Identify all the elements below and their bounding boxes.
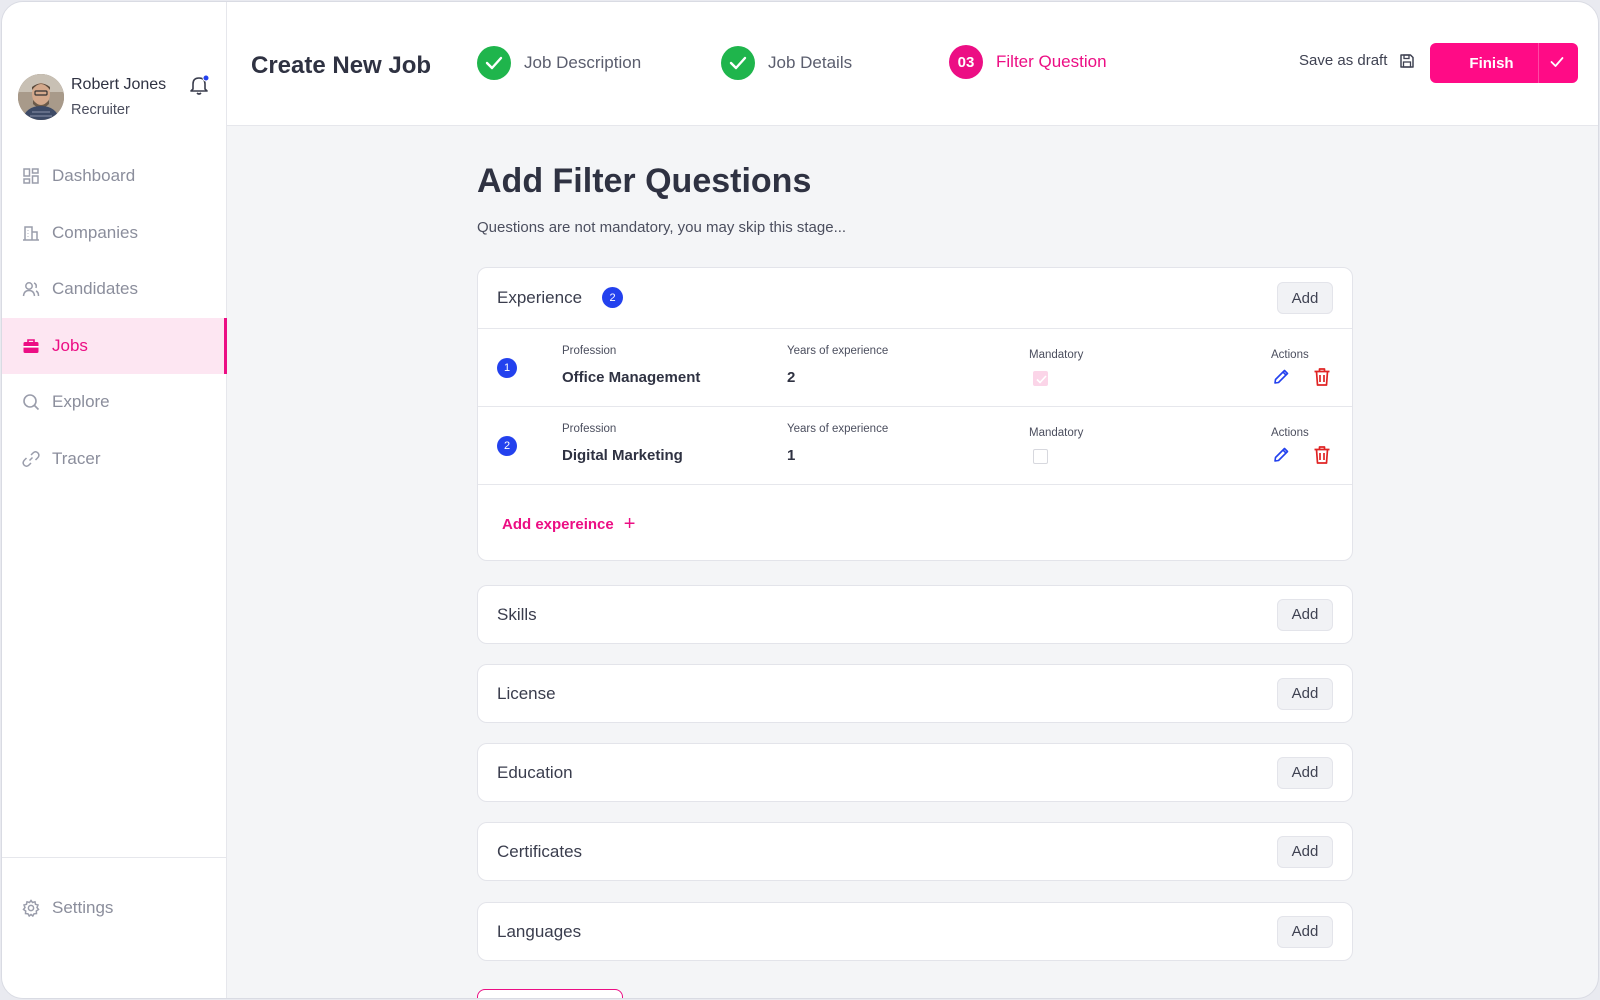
user-profile[interactable]: Robert Jones Recruiter bbox=[18, 74, 218, 124]
search-icon bbox=[22, 393, 40, 411]
users-icon bbox=[22, 280, 40, 298]
add-experience-label: Add expereince bbox=[502, 515, 614, 533]
sidebar-item-jobs[interactable]: Jobs bbox=[2, 317, 227, 374]
mandatory-label: Mandatory bbox=[1029, 427, 1084, 439]
trash-icon[interactable] bbox=[1313, 367, 1331, 387]
pencil-icon[interactable] bbox=[1272, 446, 1290, 464]
building-icon bbox=[22, 224, 40, 242]
avatar bbox=[18, 74, 64, 120]
profession-label: Profession bbox=[562, 345, 617, 357]
years-value: 2 bbox=[787, 369, 796, 386]
sidebar-item-label: Jobs bbox=[52, 335, 88, 355]
profession-value: Office Management bbox=[562, 369, 701, 386]
profession-value: Digital Marketing bbox=[562, 447, 683, 464]
add-experience-button[interactable]: Add bbox=[1277, 282, 1333, 314]
experience-row: 1 Profession Office Management Years of … bbox=[478, 328, 1352, 406]
check-icon bbox=[477, 46, 511, 80]
bell-icon[interactable] bbox=[188, 74, 210, 96]
card-title: Languages bbox=[497, 921, 582, 941]
row-number-badge: 1 bbox=[497, 358, 517, 378]
dashboard-icon bbox=[22, 167, 40, 185]
step-label: Job Details bbox=[768, 53, 853, 72]
card-header: Experience 2 Add bbox=[478, 268, 1352, 328]
floppy-disk-icon bbox=[1400, 53, 1415, 68]
partially-visible-button[interactable] bbox=[477, 989, 623, 998]
card-title: Certificates bbox=[497, 841, 583, 861]
card-title: License bbox=[497, 683, 556, 703]
sidebar-item-label: Dashboard bbox=[52, 166, 136, 186]
step-job-details[interactable]: Job Details bbox=[721, 46, 852, 80]
step-number: 03 bbox=[949, 45, 983, 79]
step-label: Filter Question bbox=[996, 52, 1107, 71]
sidebar-item-label: Companies bbox=[52, 222, 138, 242]
plus-icon: + bbox=[623, 512, 636, 535]
add-experience-link[interactable]: Add expereince + bbox=[502, 485, 635, 563]
check-icon bbox=[1550, 57, 1564, 67]
years-label: Years of experience bbox=[787, 345, 889, 357]
trash-icon[interactable] bbox=[1313, 445, 1331, 465]
add-education-button[interactable]: Add bbox=[1277, 756, 1333, 789]
sidebar-item-label: Explore bbox=[52, 392, 110, 412]
user-name: Robert Jones bbox=[71, 76, 167, 93]
certificates-card: Certificates Add bbox=[477, 822, 1353, 881]
step-label: Job Description bbox=[524, 53, 642, 72]
license-card: License Add bbox=[477, 664, 1353, 723]
count-badge: 2 bbox=[602, 287, 623, 308]
briefcase-icon bbox=[22, 337, 40, 355]
button-divider bbox=[1538, 43, 1539, 83]
link-icon bbox=[22, 450, 40, 468]
pencil-icon[interactable] bbox=[1272, 368, 1290, 386]
add-skills-button[interactable]: Add bbox=[1277, 598, 1333, 631]
finish-label: Finish bbox=[1469, 54, 1514, 72]
step-filter-question[interactable]: 03 Filter Question bbox=[949, 45, 1107, 79]
skills-card: Skills Add bbox=[477, 585, 1353, 644]
card-title: Skills bbox=[497, 604, 537, 624]
section-heading: Add Filter Questions bbox=[477, 162, 812, 200]
sidebar-item-companies[interactable]: Companies bbox=[2, 205, 227, 262]
add-license-button[interactable]: Add bbox=[1277, 677, 1333, 710]
add-experience-row: Add expereince + bbox=[478, 484, 1352, 562]
page-title: Create New Job bbox=[251, 52, 432, 79]
app-window: Robert Jones Recruiter Dashboard Compani… bbox=[1, 1, 1599, 999]
experience-row: 2 Profession Digital Marketing Years of … bbox=[478, 406, 1352, 484]
main-content: Add Filter Questions Questions are not m… bbox=[477, 162, 1353, 998]
sidebar: Robert Jones Recruiter Dashboard Compani… bbox=[2, 2, 227, 998]
finish-button[interactable]: Finish bbox=[1430, 43, 1578, 83]
actions-label: Actions bbox=[1271, 427, 1309, 439]
card-title: Education bbox=[497, 762, 573, 782]
sidebar-item-dashboard[interactable]: Dashboard bbox=[2, 148, 227, 205]
education-card: Education Add bbox=[477, 743, 1353, 802]
page-header: Create New Job Job Description Job Detai… bbox=[227, 2, 1598, 126]
card-title: Experience bbox=[497, 288, 583, 307]
years-label: Years of experience bbox=[787, 423, 889, 435]
sidebar-item-label: Candidates bbox=[52, 279, 139, 299]
sidebar-nav: Dashboard Companies Candidates Jobs Expl… bbox=[2, 148, 227, 487]
sidebar-item-settings[interactable]: Settings bbox=[2, 880, 227, 937]
check-icon bbox=[721, 46, 755, 80]
sidebar-item-tracer[interactable]: Tracer bbox=[2, 431, 227, 488]
mandatory-checkbox[interactable] bbox=[1033, 371, 1048, 386]
languages-card: Languages Add bbox=[477, 902, 1353, 961]
actions-label: Actions bbox=[1271, 349, 1309, 361]
add-certificates-button[interactable]: Add bbox=[1277, 835, 1333, 868]
profession-label: Profession bbox=[562, 423, 617, 435]
sidebar-item-candidates[interactable]: Candidates bbox=[2, 261, 227, 318]
step-job-description[interactable]: Job Description bbox=[477, 46, 641, 80]
mandatory-checkbox[interactable] bbox=[1033, 449, 1048, 464]
experience-card: Experience 2 Add 1 Profession Office Man… bbox=[477, 267, 1353, 561]
section-subtitle: Questions are not mandatory, you may ski… bbox=[477, 219, 847, 236]
user-role: Recruiter bbox=[71, 102, 130, 118]
save-draft-button[interactable]: Save as draft bbox=[1299, 52, 1415, 69]
save-draft-label: Save as draft bbox=[1299, 52, 1388, 69]
sidebar-divider bbox=[2, 857, 227, 858]
sidebar-item-label: Settings bbox=[52, 898, 114, 918]
gear-icon bbox=[22, 899, 40, 918]
sidebar-item-label: Tracer bbox=[52, 448, 101, 468]
sidebar-item-explore[interactable]: Explore bbox=[2, 374, 227, 431]
years-value: 1 bbox=[787, 447, 796, 464]
mandatory-label: Mandatory bbox=[1029, 349, 1084, 361]
add-languages-button[interactable]: Add bbox=[1277, 915, 1333, 948]
row-number-badge: 2 bbox=[497, 436, 517, 456]
